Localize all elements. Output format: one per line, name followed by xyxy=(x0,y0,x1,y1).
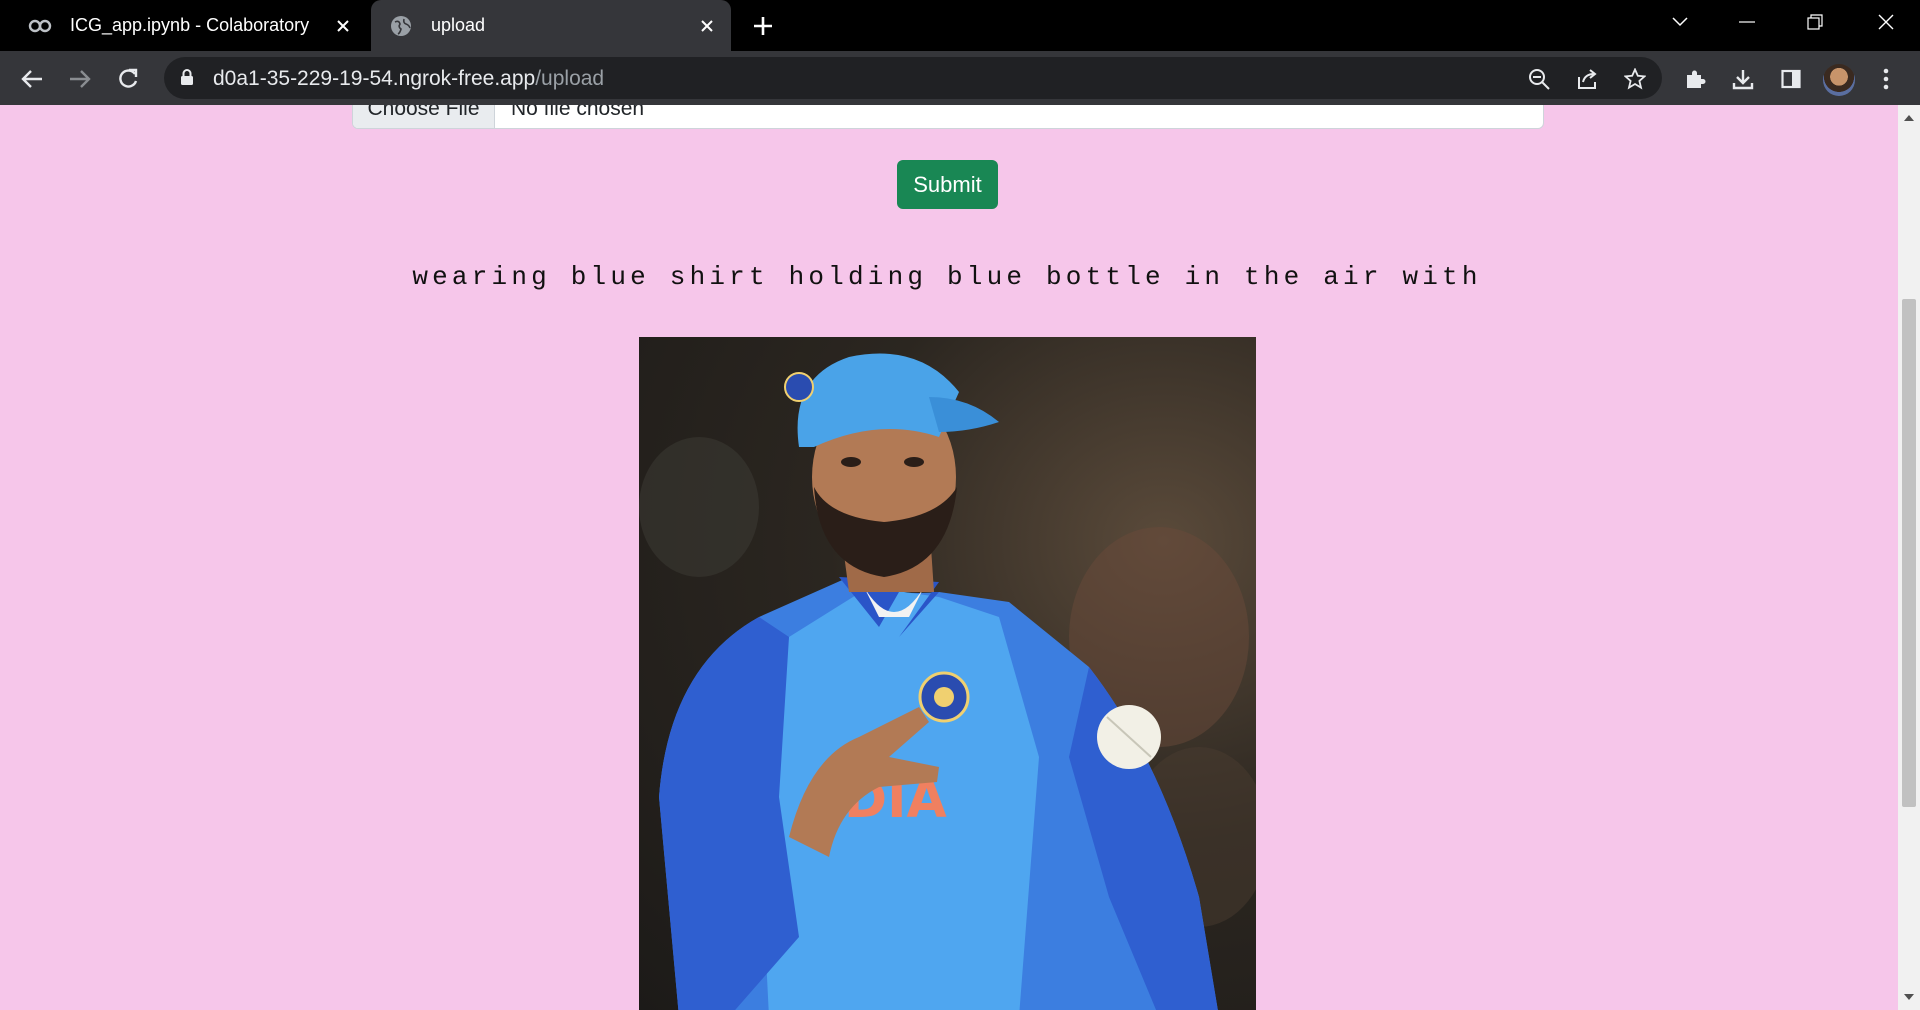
scroll-up-icon[interactable] xyxy=(1903,111,1915,123)
restore-icon xyxy=(1807,14,1823,30)
puzzle-icon xyxy=(1687,70,1706,88)
generated-caption: wearing blue shirt holding blue bottle i… xyxy=(412,262,1482,292)
tab-title: upload xyxy=(431,15,486,35)
bookmark-star-icon[interactable] xyxy=(1621,65,1649,93)
arrow-right-icon xyxy=(70,70,91,88)
file-input[interactable]: Choose File No file chosen xyxy=(352,105,1544,129)
address-bar[interactable]: d0a1-35-229-19-54.ngrok-free.app/upload xyxy=(164,57,1662,99)
download-icon xyxy=(1732,70,1754,90)
scroll-down-icon[interactable] xyxy=(1903,991,1915,1003)
profile-avatar[interactable] xyxy=(1823,64,1855,96)
minimize-icon xyxy=(1739,21,1755,23)
downloads-button[interactable] xyxy=(1726,62,1760,96)
back-button[interactable] xyxy=(15,62,49,96)
tab-title: ICG_app.ipynb - Colaboratory xyxy=(70,15,310,35)
uploaded-photo: DIA xyxy=(639,337,1256,1010)
close-window-button[interactable] xyxy=(1858,0,1914,44)
extensions-button[interactable] xyxy=(1678,62,1712,96)
close-icon xyxy=(1878,14,1894,30)
tab-upload[interactable]: upload xyxy=(371,0,731,51)
lock-icon[interactable] xyxy=(180,68,194,91)
choose-file-button[interactable]: Choose File xyxy=(353,105,495,128)
side-panel-button[interactable] xyxy=(1774,62,1808,96)
close-icon[interactable] xyxy=(329,12,357,40)
reload-icon xyxy=(119,68,138,88)
side-panel-icon xyxy=(1781,69,1801,89)
globe-icon xyxy=(389,14,413,38)
url-text[interactable]: d0a1-35-229-19-54.ngrok-free.app/upload xyxy=(213,67,604,91)
chevron-down-icon xyxy=(1672,17,1688,27)
submit-button[interactable]: Submit xyxy=(897,160,998,209)
url-path: /upload xyxy=(535,67,605,90)
page-viewport: Choose File No file chosen Submit wearin… xyxy=(0,105,1898,1010)
arrow-left-icon xyxy=(21,70,42,88)
scrollbar-thumb[interactable] xyxy=(1902,299,1916,807)
share-icon[interactable] xyxy=(1573,65,1601,93)
menu-button[interactable] xyxy=(1869,62,1903,96)
url-host: d0a1-35-229-19-54.ngrok-free.app xyxy=(213,67,536,90)
file-status: No file chosen xyxy=(511,105,645,120)
tab-strip: ICG_app.ipynb - Colaboratory upload xyxy=(0,0,1920,51)
forward-button[interactable] xyxy=(63,62,97,96)
new-tab-button[interactable] xyxy=(745,10,781,42)
tab-search-button[interactable] xyxy=(1652,0,1708,44)
minimize-button[interactable] xyxy=(1719,0,1775,44)
more-vertical-icon xyxy=(1883,68,1889,90)
zoom-out-icon[interactable] xyxy=(1525,65,1553,93)
tab-colab[interactable]: ICG_app.ipynb - Colaboratory xyxy=(12,0,367,51)
page-scrollbar[interactable] xyxy=(1898,105,1920,1010)
close-icon[interactable] xyxy=(693,12,721,40)
colab-icon xyxy=(28,14,52,38)
browser-toolbar: d0a1-35-229-19-54.ngrok-free.app/upload xyxy=(0,51,1920,105)
restore-button[interactable] xyxy=(1787,0,1843,44)
cricketer-illustration: DIA xyxy=(639,353,1256,1010)
plus-icon xyxy=(754,17,772,35)
reload-button[interactable] xyxy=(111,62,145,96)
